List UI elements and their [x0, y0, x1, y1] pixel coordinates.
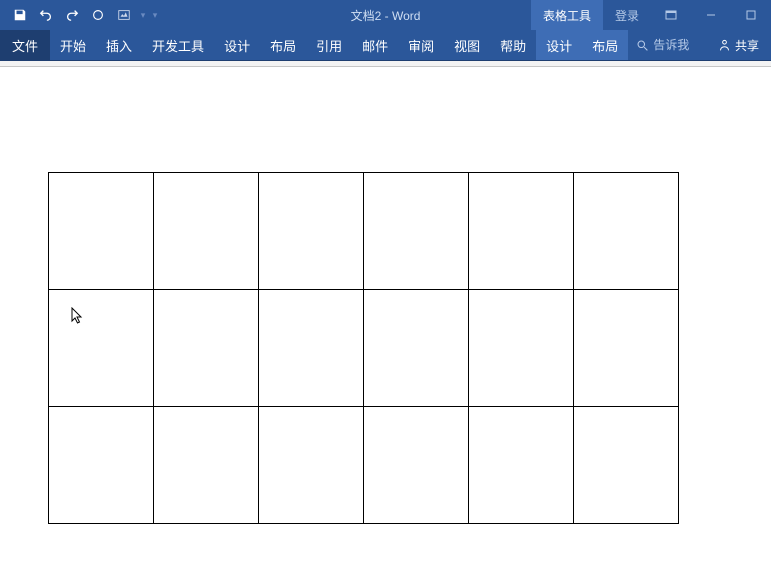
touch-mode-button[interactable]	[112, 3, 136, 27]
table-cell[interactable]	[49, 173, 154, 290]
save-icon	[13, 8, 27, 22]
tab-help[interactable]: 帮助	[490, 30, 536, 60]
tab-layout[interactable]: 布局	[260, 30, 306, 60]
table-row[interactable]	[49, 290, 679, 407]
qat-dropdown-2[interactable]: ▾	[150, 10, 160, 21]
app-name: Word	[392, 9, 420, 23]
document-table[interactable]	[48, 172, 679, 524]
table-cell[interactable]	[259, 290, 364, 407]
start-over-button[interactable]	[86, 3, 110, 27]
document-area[interactable]	[0, 67, 771, 524]
table-cell[interactable]	[259, 173, 364, 290]
table-cell[interactable]	[469, 407, 574, 524]
table-cell[interactable]	[49, 407, 154, 524]
qat-dropdown[interactable]: ▾	[138, 10, 148, 21]
table-cell[interactable]	[154, 173, 259, 290]
table-cell[interactable]	[574, 290, 679, 407]
table-cell[interactable]	[574, 173, 679, 290]
tab-table-layout[interactable]: 布局	[582, 30, 628, 60]
redo-button[interactable]	[60, 3, 84, 27]
tell-me-input[interactable]	[653, 38, 697, 52]
sign-in-button[interactable]: 登录	[603, 0, 651, 30]
ribbon-options-icon	[665, 10, 677, 20]
minimize-icon	[705, 9, 717, 21]
search-icon	[636, 39, 649, 52]
share-icon	[718, 39, 731, 52]
tab-home[interactable]: 开始	[50, 30, 96, 60]
table-cell[interactable]	[574, 407, 679, 524]
circle-icon	[91, 8, 105, 22]
table-cell[interactable]	[364, 407, 469, 524]
share-button[interactable]: 共享	[706, 30, 771, 60]
tab-insert[interactable]: 插入	[96, 30, 142, 60]
tell-me-search[interactable]	[628, 30, 705, 60]
minimize-button[interactable]	[691, 0, 731, 30]
table-cell[interactable]	[49, 290, 154, 407]
ribbon-tabs: 文件 开始 插入 开发工具 设计 布局 引用 邮件 审阅 视图 帮助 设计 布局…	[0, 30, 771, 61]
maximize-icon	[745, 9, 757, 21]
undo-button[interactable]	[34, 3, 58, 27]
ribbon-display-button[interactable]	[651, 0, 691, 30]
tab-design[interactable]: 设计	[214, 30, 260, 60]
tab-mailings[interactable]: 邮件	[352, 30, 398, 60]
share-label: 共享	[735, 37, 759, 54]
tab-developer[interactable]: 开发工具	[142, 30, 214, 60]
table-tools-group: 表格工具	[531, 0, 603, 30]
tab-table-design[interactable]: 设计	[536, 30, 582, 60]
table-cell[interactable]	[259, 407, 364, 524]
tab-references[interactable]: 引用	[306, 30, 352, 60]
maximize-button[interactable]	[731, 0, 771, 30]
doc-name: 文档2	[351, 9, 382, 23]
table-cell[interactable]	[469, 173, 574, 290]
table-cell[interactable]	[469, 290, 574, 407]
table-cell[interactable]	[364, 173, 469, 290]
tab-view[interactable]: 视图	[444, 30, 490, 60]
quick-access-toolbar: ▾ ▾	[0, 3, 160, 27]
undo-icon	[39, 8, 53, 22]
tab-file[interactable]: 文件	[0, 30, 50, 60]
tab-review[interactable]: 审阅	[398, 30, 444, 60]
table-row[interactable]	[49, 407, 679, 524]
table-row[interactable]	[49, 173, 679, 290]
save-button[interactable]	[8, 3, 32, 27]
redo-icon	[65, 8, 79, 22]
table-cell[interactable]	[154, 407, 259, 524]
title-bar: ▾ ▾ 文档2 - Word 表格工具 登录	[0, 0, 771, 30]
picture-icon	[117, 8, 131, 22]
title-bar-right: 表格工具 登录	[531, 0, 771, 30]
window-title: 文档2 - Word	[351, 7, 421, 24]
table-cell[interactable]	[154, 290, 259, 407]
table-cell[interactable]	[364, 290, 469, 407]
